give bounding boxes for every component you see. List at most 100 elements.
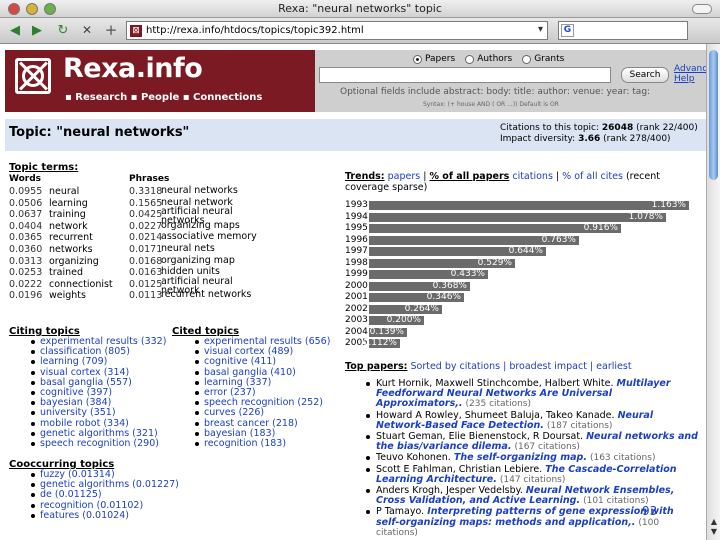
google-icon: G bbox=[561, 24, 574, 37]
paper-item: Scott E Fahlman, Christian Lebiere. The … bbox=[362, 464, 700, 485]
topic-link[interactable]: features (0.01024) bbox=[40, 510, 129, 521]
radio-unselected-icon[interactable] bbox=[522, 54, 532, 64]
impact-label: Impact diversity: bbox=[500, 134, 576, 144]
list-item: features (0.01024) bbox=[30, 510, 179, 521]
word-weight: 0.0360 bbox=[9, 244, 43, 255]
sort-options[interactable]: Sorted by citations | broadest impact | … bbox=[410, 361, 631, 372]
phrase-term: recurrent networks bbox=[161, 289, 252, 301]
phrase-weight: 0.0168 bbox=[129, 255, 163, 267]
impact-value: 3.66 bbox=[578, 134, 601, 144]
radio-label: Authors bbox=[477, 54, 513, 64]
syntax-hint: Syntax: (+ house AND ( OR ...)) Default … bbox=[423, 101, 559, 108]
advanced-link[interactable]: Advanced bbox=[674, 64, 706, 74]
phrase-term: associative memory bbox=[161, 231, 257, 243]
scrollbar-thumb[interactable] bbox=[709, 50, 718, 180]
site-banner: Rexa.info ▪ Research ▪ People ▪ Connecti… bbox=[5, 50, 315, 112]
phrase-weight: 0.0113 bbox=[129, 290, 163, 302]
year-label: 1995 bbox=[345, 223, 368, 233]
word-weight: 0.0955 bbox=[9, 186, 43, 197]
paper-title[interactable]: The self-organizing map. bbox=[454, 452, 587, 463]
bar-value-label: 0.139% bbox=[369, 326, 404, 337]
toolbar-toggle-button[interactable] bbox=[692, 4, 712, 14]
phrase-term: organizing map bbox=[161, 254, 235, 266]
radio-selected-icon[interactable] bbox=[413, 54, 422, 64]
list-item: speech recognition (290) bbox=[30, 438, 166, 449]
bar-value-label: 1.163% bbox=[651, 200, 686, 210]
phrase-weight: 0.0163 bbox=[129, 267, 163, 279]
word-weight: 0.0506 bbox=[9, 197, 43, 209]
word-weight: 0.0404 bbox=[9, 220, 43, 232]
scroll-arrows-icon[interactable]: ▲ ▼ bbox=[708, 517, 720, 537]
year-label: 2003 bbox=[345, 315, 368, 325]
paper-citations: (167 citations) bbox=[514, 442, 580, 453]
window-title: Rexa: "neural networks" topic bbox=[278, 2, 442, 15]
url-dropdown-icon[interactable]: ▾ bbox=[538, 24, 543, 35]
help-link[interactable]: Help bbox=[674, 74, 695, 84]
address-bar[interactable]: ⊠ http://rexa.info/htdocs/topics/topic39… bbox=[126, 21, 548, 40]
radio-grants[interactable]: Grants bbox=[522, 54, 564, 64]
trends-citations-link[interactable]: citations bbox=[512, 171, 553, 182]
citing-topics-list: experimental results (332) classification… bbox=[30, 336, 166, 449]
topic-stats: Citations to this topic: 26048 (rank 22/… bbox=[500, 123, 698, 145]
add-bookmark-icon[interactable]: + bbox=[102, 21, 120, 39]
paper-item: Howard A Rowley, Shumeet Baluja, Takeo K… bbox=[362, 410, 700, 431]
slide-number: 93 bbox=[642, 504, 658, 518]
year-label: 1997 bbox=[345, 246, 368, 256]
radio-unselected-icon[interactable] bbox=[465, 54, 475, 64]
phrase-weight: 0.0425 bbox=[129, 209, 163, 221]
site-logo-text[interactable]: Rexa.info bbox=[63, 53, 203, 84]
vertical-scrollbar[interactable]: ▲ ▼ bbox=[706, 44, 720, 540]
word-weight: 0.0253 bbox=[9, 267, 43, 279]
phrase-weight: 0.0171 bbox=[129, 244, 163, 255]
trends-pct-cites-link[interactable]: % of all cites bbox=[562, 171, 623, 182]
paper-authors[interactable]: Teuvo Kohonen. bbox=[376, 452, 451, 463]
favicon-icon: ⊠ bbox=[130, 24, 142, 37]
reload-icon[interactable]: ↻ bbox=[54, 21, 72, 39]
google-search-field[interactable]: G bbox=[558, 21, 688, 40]
phrases-column-header: Phrases bbox=[129, 174, 170, 184]
word-weight: 0.0365 bbox=[9, 232, 43, 244]
forward-arrow-icon[interactable]: ▶ bbox=[28, 21, 46, 39]
bar-value-label: 0.433% bbox=[450, 269, 485, 279]
browser-toolbar: ◀ ▶ ↻ ✕ + ⊠ http://rexa.info/htdocs/topi… bbox=[0, 18, 720, 44]
word-weight: 0.0196 bbox=[9, 290, 43, 302]
word-term: networks bbox=[49, 244, 93, 255]
bar-value-label: 0.112% bbox=[362, 338, 397, 348]
paper-citations: (147 citations) bbox=[499, 474, 566, 485]
bar-value-label: 0.763% bbox=[541, 234, 576, 245]
bar-value-label: 0.346% bbox=[426, 292, 461, 302]
paper-citations: (163 citations) bbox=[589, 453, 656, 464]
stop-icon[interactable]: ✕ bbox=[78, 21, 96, 39]
radio-authors[interactable]: Authors bbox=[465, 54, 512, 64]
bar-value-label: 0.529% bbox=[477, 257, 512, 268]
trends-label: Trends: bbox=[345, 171, 385, 182]
back-arrow-icon[interactable]: ◀ bbox=[6, 21, 24, 39]
word-term: network bbox=[49, 220, 88, 232]
bar-value-label: 0.368% bbox=[432, 280, 467, 291]
citations-value: 26048 bbox=[601, 123, 634, 133]
topic-link[interactable]: recognition (183) bbox=[204, 438, 286, 449]
phrase-term: neural networks bbox=[161, 185, 238, 196]
impact-rank: (rank 278/400) bbox=[603, 134, 671, 144]
year-label: 1999 bbox=[345, 269, 368, 279]
phrase-weight: 0.0125 bbox=[129, 278, 163, 290]
topic-link[interactable]: speech recognition (290) bbox=[40, 438, 159, 449]
bar-value-label: 1.078% bbox=[628, 211, 663, 222]
top-papers-heading: Top papers: Sorted by citations | broade… bbox=[345, 361, 632, 372]
phrase-term: hidden units bbox=[161, 266, 220, 278]
search-button[interactable]: Search bbox=[621, 67, 669, 83]
phrase-weight: 0.1565 bbox=[129, 197, 163, 209]
search-input[interactable] bbox=[319, 67, 611, 83]
year-label: 1998 bbox=[345, 257, 368, 268]
phrase-weight: 0.0214 bbox=[129, 232, 163, 244]
url-text[interactable]: http://rexa.info/htdocs/topics/topic392.… bbox=[146, 25, 364, 36]
search-type-radios: Papers Authors Grants bbox=[413, 54, 564, 64]
word-term: training bbox=[49, 209, 86, 221]
rexa-logo-icon[interactable] bbox=[15, 58, 51, 94]
phrase-term: neural nets bbox=[161, 243, 215, 254]
trends-papers-link[interactable]: papers bbox=[388, 171, 421, 182]
radio-papers[interactable]: Papers bbox=[413, 54, 455, 64]
word-term: trained bbox=[49, 267, 83, 279]
top-papers-label: Top papers: bbox=[345, 361, 408, 372]
topic-header: Topic: "neural networks" Citations to th… bbox=[5, 119, 706, 151]
